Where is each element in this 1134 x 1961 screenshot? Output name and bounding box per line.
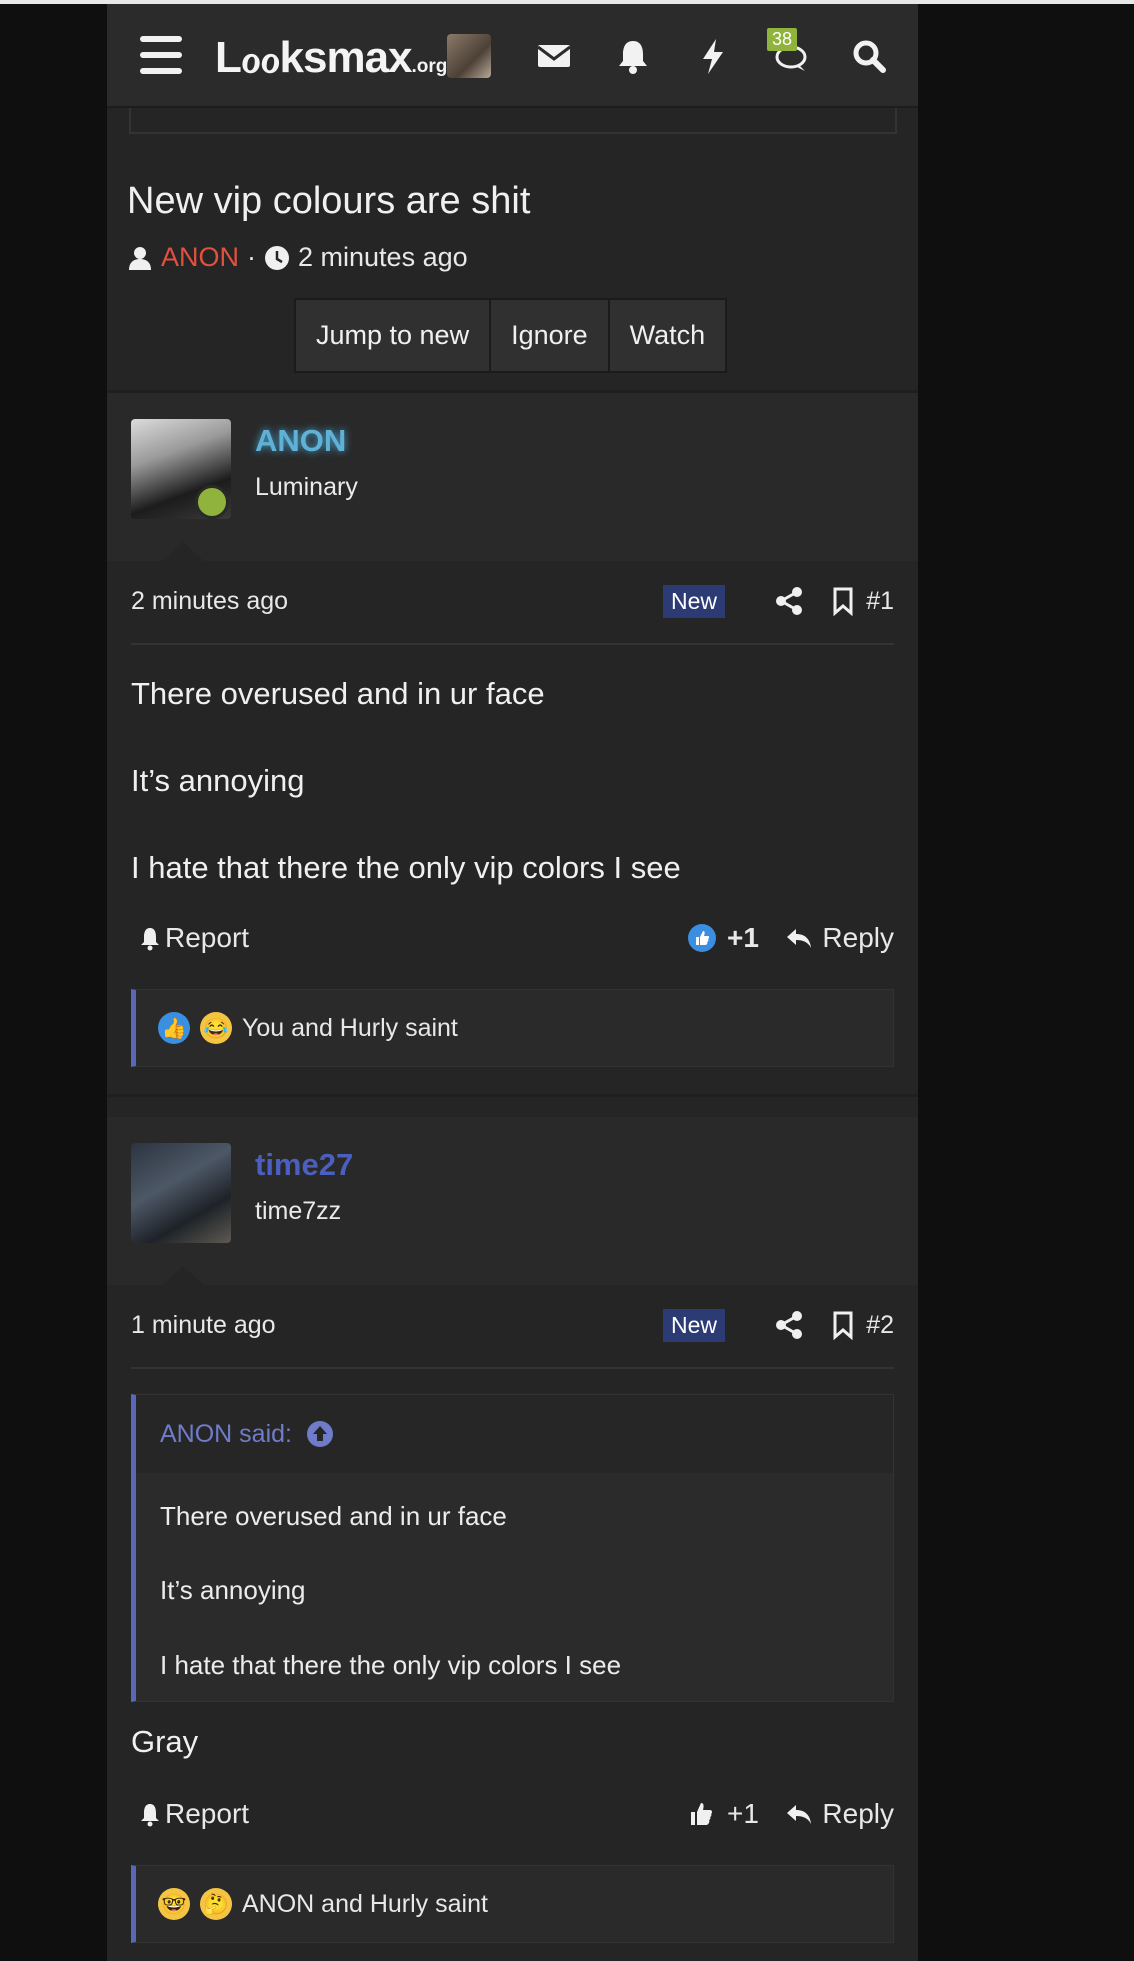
- post-text-line: It’s annoying: [131, 763, 305, 798]
- account-avatar[interactable]: [447, 34, 491, 78]
- site-header: Lℴℴksmax.org 38: [107, 4, 918, 108]
- reactions-bar[interactable]: 🤓 🤔 ANON and Hurly saint: [131, 1865, 894, 1943]
- post-number[interactable]: #2: [866, 1311, 894, 1340]
- reply-button[interactable]: Reply: [784, 1798, 894, 1830]
- share-icon[interactable]: [773, 1309, 805, 1341]
- reactions-text[interactable]: You and Hurly saint: [242, 1014, 458, 1043]
- new-badge: New: [663, 1309, 726, 1342]
- quote-line: I hate that there the only vip colors I …: [160, 1650, 622, 1680]
- divider: [107, 1094, 918, 1097]
- quote-line: There overused and in ur face: [160, 1501, 507, 1531]
- post-user-header: ANON Luminary: [107, 393, 918, 562]
- thread-time[interactable]: 2 minutes ago: [298, 242, 468, 273]
- bell-icon: [141, 928, 159, 951]
- post-text-line: Gray: [131, 1724, 199, 1759]
- reply-icon: [787, 929, 812, 948]
- share-icon[interactable]: [773, 585, 805, 617]
- post-text-line: I hate that there the only vip colors I …: [131, 850, 681, 885]
- user-icon: [129, 246, 151, 270]
- like-reaction-icon: 👍: [158, 1012, 190, 1044]
- page-column: Lℴℴksmax.org 38 New vip colours are shit…: [107, 4, 918, 1961]
- like-icon: [691, 1803, 712, 1825]
- like-icon: [688, 924, 716, 952]
- thread-author-link[interactable]: ANON: [161, 242, 239, 273]
- post-user-header: time27 time7zz: [107, 1117, 918, 1286]
- report-button[interactable]: Report: [137, 922, 249, 954]
- bookmark-icon[interactable]: [827, 1309, 859, 1341]
- quote-author[interactable]: ANON said:: [160, 1420, 292, 1449]
- report-button[interactable]: Report: [137, 1798, 249, 1830]
- like-button[interactable]: +1: [687, 922, 759, 954]
- meta-separator: ·: [247, 242, 257, 272]
- ignore-button[interactable]: Ignore: [491, 300, 610, 371]
- post-attribution-bar: 2 minutes ago New #1: [131, 561, 894, 645]
- thinking-reaction-icon: 🤔: [200, 1888, 232, 1920]
- watch-button[interactable]: Watch: [609, 300, 726, 371]
- nerd-reaction-icon: 🤓: [158, 1888, 190, 1920]
- crying-laughing-reaction-icon: 😂: [200, 1012, 232, 1044]
- menu-icon[interactable]: [140, 36, 182, 74]
- post-username[interactable]: time27: [255, 1147, 353, 1183]
- post-number[interactable]: #1: [866, 587, 894, 616]
- like-button[interactable]: +1: [687, 1798, 759, 1830]
- bookmark-icon[interactable]: [827, 585, 859, 617]
- bell-icon: [141, 1804, 159, 1827]
- reactions-bar[interactable]: 👍 😂 You and Hurly saint: [131, 989, 894, 1067]
- post-attribution-bar: 1 minute ago New #2: [131, 1285, 894, 1369]
- user-rank: time7zz: [255, 1197, 342, 1225]
- bolt-icon[interactable]: [691, 34, 735, 78]
- thread-meta: ANON · 2 minutes ago: [127, 242, 468, 273]
- reply-button[interactable]: Reply: [784, 922, 894, 954]
- post-actions: Report +1 Reply: [131, 922, 894, 962]
- quote-header[interactable]: ANON said:: [136, 1395, 893, 1473]
- post-actions: Report +1 Reply: [131, 1798, 894, 1838]
- header-arrow: [161, 1266, 205, 1286]
- search-icon[interactable]: [847, 34, 891, 78]
- site-logo[interactable]: Lℴℴksmax.org: [215, 32, 447, 83]
- clock-icon: [265, 245, 290, 270]
- thread-button-group: Jump to new Ignore Watch: [294, 298, 728, 373]
- post-username[interactable]: ANON: [255, 423, 346, 459]
- header-arrow: [161, 542, 205, 562]
- conversations-badge[interactable]: 38: [767, 28, 798, 51]
- quote-line: It’s annoying: [160, 1575, 306, 1605]
- jump-to-new-button[interactable]: Jump to new: [296, 300, 492, 371]
- header-underline-box: [129, 108, 897, 134]
- online-indicator: [195, 485, 229, 519]
- user-rank: Luminary: [255, 473, 358, 501]
- reactions-text[interactable]: ANON and Hurly saint: [242, 1890, 488, 1919]
- reply-icon: [787, 1805, 812, 1824]
- post-time[interactable]: 2 minutes ago: [131, 587, 288, 616]
- envelope-icon[interactable]: [532, 34, 576, 78]
- post-time[interactable]: 1 minute ago: [131, 1311, 276, 1340]
- quote-block: ANON said: There overused and in ur face…: [131, 1394, 894, 1702]
- avatar[interactable]: [131, 1143, 231, 1243]
- arrow-up-circle-icon[interactable]: [306, 1420, 334, 1448]
- new-badge: New: [663, 585, 726, 618]
- bell-icon[interactable]: [611, 34, 655, 78]
- post-text-line: There overused and in ur face: [131, 676, 545, 711]
- thread-title: New vip colours are shit: [127, 180, 531, 222]
